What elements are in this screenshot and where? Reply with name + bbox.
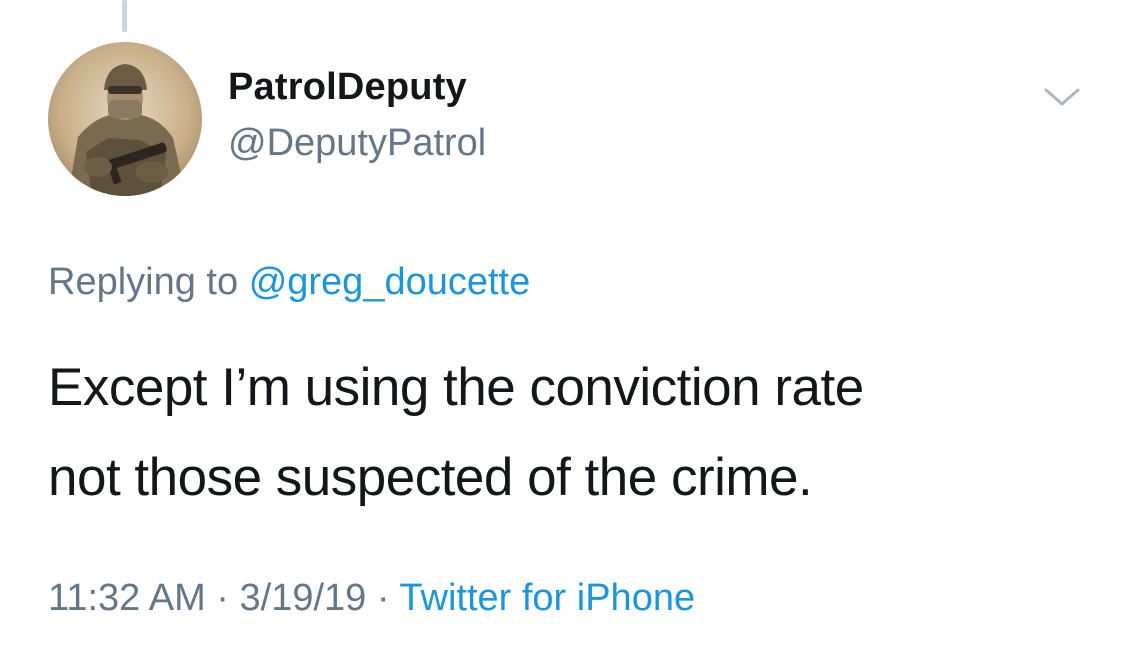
tweet-text: Except I’m using the conviction rate not… <box>48 343 1088 523</box>
tweet-meta: 11:32 AM · 3/19/19 · Twitter for iPhone <box>48 577 695 620</box>
meta-separator: · <box>366 577 400 619</box>
thread-connector-line <box>122 0 127 32</box>
tweet-date[interactable]: 3/19/19 <box>240 577 367 619</box>
soldier-avatar-icon <box>48 42 202 196</box>
replying-to: Replying to @greg_doucette <box>48 261 530 304</box>
author-handle[interactable]: @DeputyPatrol <box>228 122 486 165</box>
tweet-source-link[interactable]: Twitter for iPhone <box>399 577 695 619</box>
meta-separator: · <box>205 577 240 619</box>
reply-mention-link[interactable]: @greg_doucette <box>249 261 531 303</box>
tweet-time[interactable]: 11:32 AM <box>48 577 206 619</box>
tweet-text-line: Except I’m using the conviction rate <box>48 358 864 417</box>
tweet-text-line: not those suspected of the crime. <box>48 448 813 507</box>
replying-to-label: Replying to <box>48 261 239 303</box>
author-display-name[interactable]: PatrolDeputy <box>228 66 467 109</box>
chevron-down-icon[interactable] <box>1040 82 1084 112</box>
avatar[interactable] <box>48 42 202 196</box>
